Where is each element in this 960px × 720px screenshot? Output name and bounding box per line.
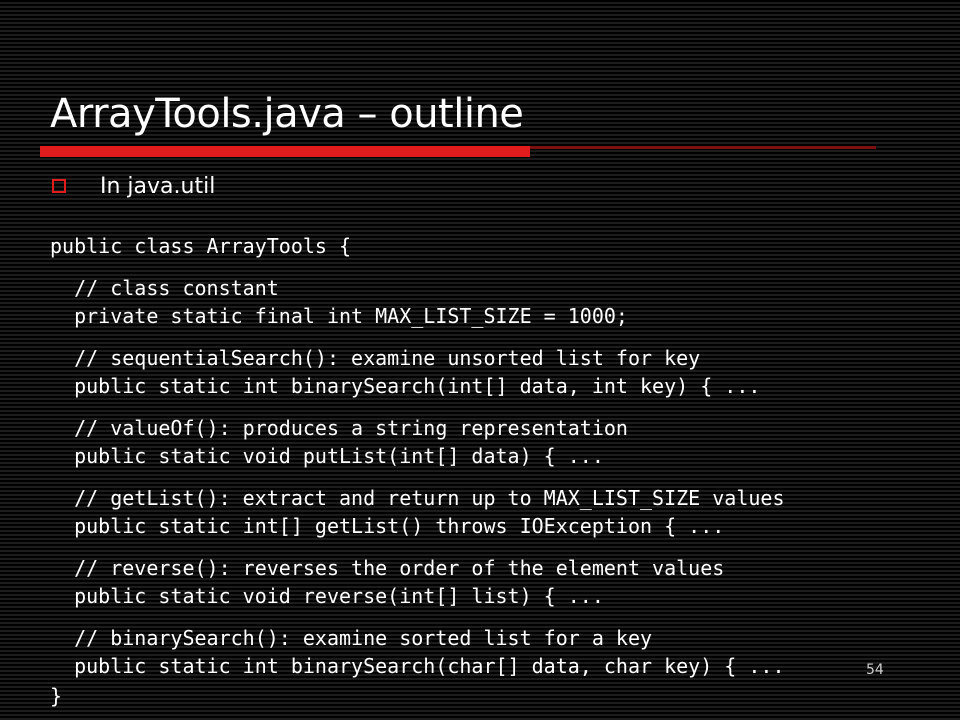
slide-number: 54 xyxy=(866,662,884,678)
code-line: public static int binarySearch(char[] da… xyxy=(50,654,785,678)
title-underline-red xyxy=(40,146,530,157)
code-line: public static int binarySearch(int[] dat… xyxy=(50,374,761,398)
code-line: // valueOf(): produces a string represen… xyxy=(50,416,628,440)
code-line: public class ArrayTools { xyxy=(50,234,352,258)
code-line: // sequentialSearch(): examine unsorted … xyxy=(50,346,701,370)
square-bullet-icon xyxy=(52,179,66,193)
bullet-item: In java.util xyxy=(52,172,215,200)
title-underline-dark xyxy=(530,146,876,149)
code-line: // class constant xyxy=(50,276,279,300)
bullet-text: In java.util xyxy=(100,173,216,199)
code-line: public static void putList(int[] data) {… xyxy=(50,444,604,468)
code-line: } xyxy=(50,684,63,708)
code-line: private static final int MAX_LIST_SIZE =… xyxy=(50,304,628,328)
code-line: // getList(): extract and return up to M… xyxy=(50,486,785,510)
code-line: // binarySearch(): examine sorted list f… xyxy=(50,626,653,650)
code-line: // reverse(): reverses the order of the … xyxy=(50,556,725,580)
slide-title: ArrayTools.java – outline xyxy=(50,91,524,137)
code-line: public static int[] getList() throws IOE… xyxy=(50,514,725,538)
code-line: public static void reverse(int[] list) {… xyxy=(50,584,604,608)
